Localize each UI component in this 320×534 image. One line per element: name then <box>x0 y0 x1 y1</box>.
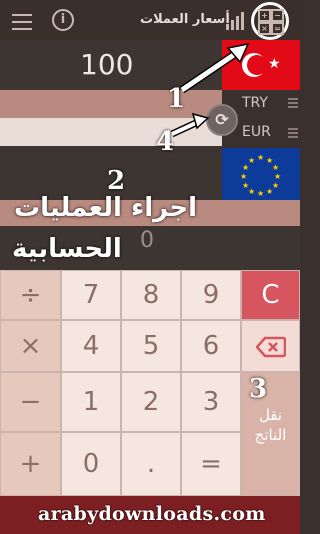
info-icon[interactable]: i <box>52 9 74 31</box>
copy-result-key[interactable]: نقل الناتج <box>241 372 300 496</box>
add-key[interactable]: + <box>0 432 61 496</box>
digit-4-key[interactable]: 4 <box>61 320 121 372</box>
digit-0-key[interactable]: 0 <box>61 432 121 496</box>
top-bar: i أسعار العملات + − × = <box>0 0 300 40</box>
copy-result-label-line1: نقل <box>258 406 283 424</box>
calculator-display: 0 <box>0 226 300 270</box>
blank-row <box>0 146 222 200</box>
digit-8-key[interactable]: 8 <box>121 270 181 320</box>
digit-1-key[interactable]: 1 <box>61 372 121 432</box>
currency-code: TRY <box>242 95 268 111</box>
chart-icon[interactable] <box>226 10 246 30</box>
eu-flag-icon[interactable]: ★ ★ ★ ★ ★ ★ ★ ★ ★ ★ ★ ★ <box>222 148 300 200</box>
digit-7-key[interactable]: 7 <box>61 270 121 320</box>
digit-9-key[interactable]: 9 <box>181 270 241 320</box>
digit-5-key[interactable]: 5 <box>121 320 181 372</box>
drag-handle-icon[interactable] <box>288 126 298 140</box>
digit-2-key[interactable]: 2 <box>121 372 181 432</box>
app-title: أسعار العملات <box>140 12 230 27</box>
backspace-key[interactable] <box>241 320 300 372</box>
backspace-icon <box>254 336 286 358</box>
divide-key[interactable]: ÷ <box>0 270 61 320</box>
turkey-flag-icon[interactable]: ★ <box>222 40 300 90</box>
amount-row[interactable]: 100 <box>0 40 222 90</box>
amount-value[interactable]: 100 <box>80 48 133 81</box>
clear-key[interactable]: C <box>241 270 300 320</box>
equals-key[interactable]: = <box>181 432 241 496</box>
currency-code: EUR <box>242 124 271 140</box>
drag-handle-icon[interactable] <box>288 96 298 110</box>
digit-6-key[interactable]: 6 <box>181 320 241 372</box>
calculator-result: 0 <box>140 228 154 253</box>
copy-result-label-line2: الناتج <box>254 426 287 444</box>
footer-bar: arabydownloads.com <box>0 496 300 534</box>
swap-currencies-icon[interactable]: ⟳ <box>206 104 238 136</box>
multiply-key[interactable]: × <box>0 320 61 372</box>
spacer-strip <box>0 90 222 118</box>
menu-icon[interactable] <box>12 9 32 35</box>
calculator-button[interactable]: + − × = <box>251 2 289 40</box>
watermark-text: arabydownloads.com <box>38 503 266 525</box>
converted-value-field[interactable] <box>0 118 222 146</box>
decimal-key[interactable]: . <box>121 432 181 496</box>
spacer-strip <box>0 200 300 226</box>
subtract-key[interactable]: − <box>0 372 61 432</box>
digit-3-key[interactable]: 3 <box>181 372 241 432</box>
star-icon: ★ <box>268 56 281 72</box>
